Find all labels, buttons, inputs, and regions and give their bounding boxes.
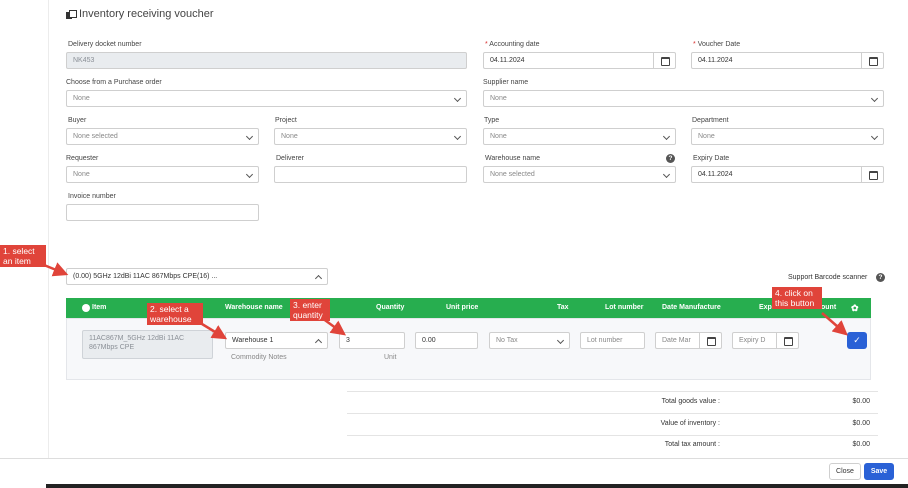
callout-select-warehouse: 2. select a warehouse (147, 303, 203, 325)
arrow-4 (821, 312, 848, 336)
annotation-arrows (43, 262, 848, 340)
callout-enter-quantity: 3. enter quantity (290, 299, 330, 321)
callout-click-button: 4. click on this button (772, 287, 822, 309)
arrow-2 (201, 322, 228, 340)
callout-select-item: 1. select an item (0, 245, 46, 267)
arrow-1 (43, 262, 69, 277)
